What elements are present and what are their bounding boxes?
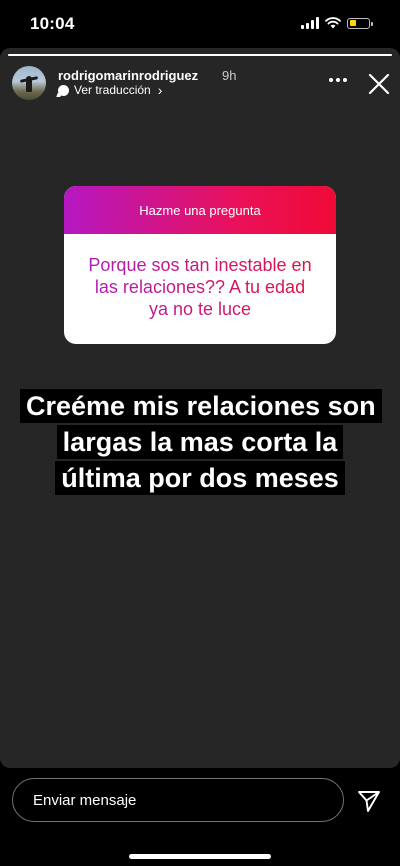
story-viewer[interactable]: rodrigomarinrodriguez 9h Ver traducción …: [0, 48, 400, 768]
send-message-input[interactable]: [12, 778, 344, 822]
question-sticker[interactable]: Hazme una pregunta Porque sos tan inesta…: [64, 186, 336, 344]
wifi-icon: [325, 17, 341, 29]
status-icons: [301, 17, 373, 29]
avatar[interactable]: [12, 66, 46, 100]
see-translation-label: Ver traducción: [74, 83, 151, 97]
status-time: 10:04: [30, 14, 75, 33]
home-indicator: [129, 854, 271, 859]
question-sticker-text: Porque sos tan inestable en las relacion…: [64, 234, 336, 320]
answer-text-block: Creéme mis relaciones son largas la mas …: [20, 388, 382, 496]
question-sticker-header: Hazme una pregunta: [64, 186, 336, 234]
answer-text: Creéme mis relaciones son largas la mas …: [20, 389, 382, 495]
more-options-button[interactable]: [326, 72, 350, 88]
chevron-right-icon: ›: [157, 82, 163, 98]
speech-bubble-icon: [58, 84, 69, 96]
see-translation-link[interactable]: Ver traducción ›: [58, 83, 162, 97]
story-progress-bar: [8, 54, 392, 56]
status-bar: 10:04: [0, 0, 400, 50]
story-time-ago: 9h: [222, 68, 237, 83]
battery-icon: [347, 17, 373, 29]
paper-plane-icon[interactable]: [356, 788, 382, 814]
close-icon[interactable]: [366, 71, 392, 97]
cellular-signal-icon: [301, 17, 319, 29]
message-bar: [0, 770, 400, 866]
author-username[interactable]: rodrigomarinrodriguez: [58, 68, 198, 83]
